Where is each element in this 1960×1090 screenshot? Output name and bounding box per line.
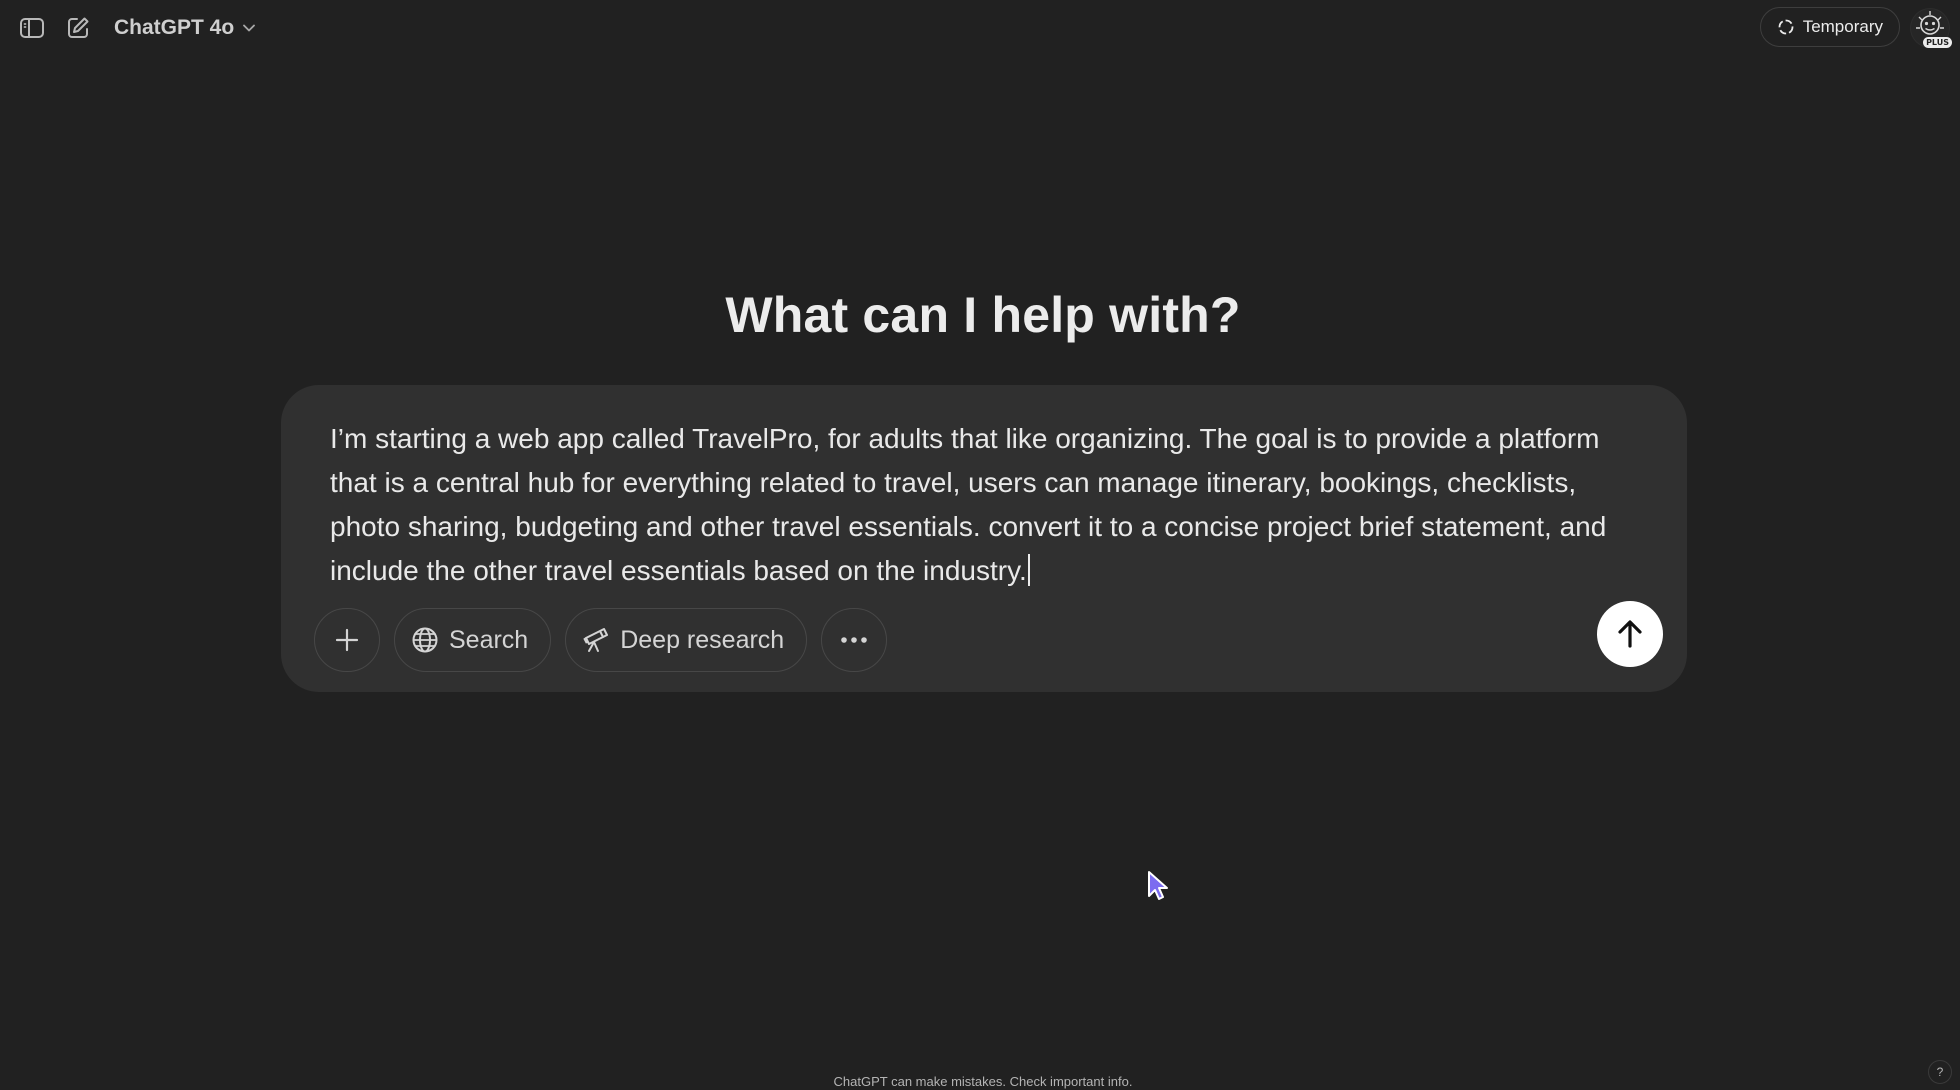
globe-icon [412, 627, 438, 653]
ellipsis-icon [841, 637, 868, 643]
dashed-circle-icon [1778, 19, 1794, 35]
sidebar-toggle-button[interactable] [10, 10, 54, 46]
model-name: ChatGPT 4o [114, 16, 235, 39]
plus-badge: PLUS [1923, 37, 1952, 48]
text-caret [1027, 554, 1030, 586]
top-bar: ChatGPT 4o Temporary PLUS [0, 0, 1960, 56]
plus-icon [335, 628, 359, 652]
temporary-chat-button[interactable]: Temporary [1759, 7, 1900, 47]
new-chat-button[interactable] [56, 10, 100, 46]
temporary-label: Temporary [1802, 17, 1883, 36]
add-attachment-button[interactable] [314, 608, 380, 672]
more-tools-button[interactable] [821, 608, 888, 672]
prompt-input[interactable]: I’m starting a web app called TravelPro,… [330, 417, 1650, 593]
sidebar-toggle-icon [20, 18, 44, 38]
search-button[interactable]: Search [394, 608, 552, 672]
disclaimer: ChatGPT can make mistakes. Check importa… [833, 1074, 1133, 1089]
help-button[interactable]: ? [1928, 1060, 1952, 1084]
arrow-up-icon [1618, 620, 1642, 648]
composer: I’m starting a web app called TravelPro,… [281, 385, 1687, 692]
deep-research-label: Deep research [620, 625, 785, 654]
pencil-square-icon [68, 17, 89, 38]
search-label: Search [449, 625, 529, 654]
model-selector[interactable]: ChatGPT 4o [106, 8, 264, 48]
send-button[interactable] [1597, 601, 1663, 667]
page-title: What can I help with? [725, 287, 1241, 343]
mouse-cursor-icon [1146, 870, 1170, 907]
deep-research-button[interactable]: Deep research [565, 608, 808, 672]
user-avatar[interactable]: PLUS [1910, 8, 1952, 48]
chevron-down-icon [243, 24, 256, 32]
telescope-icon [583, 628, 609, 652]
prompt-text: I’m starting a web app called TravelPro,… [330, 423, 1607, 586]
composer-tools: Search Deep research [314, 608, 888, 674]
